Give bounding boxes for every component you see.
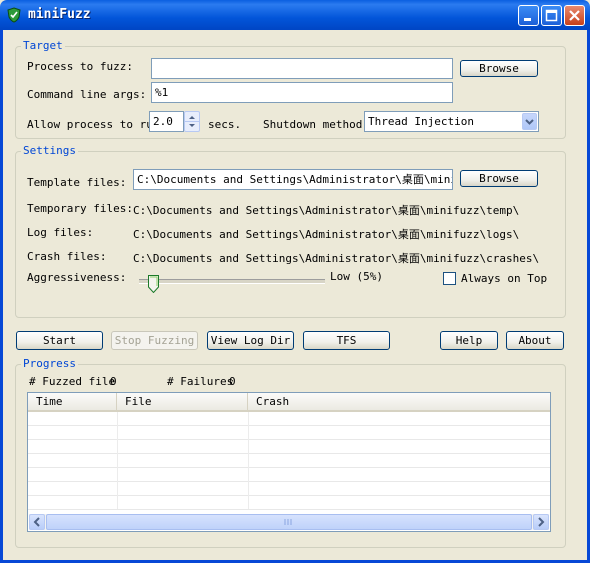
run-seconds-input[interactable]: 2.0 <box>149 111 184 132</box>
crash-path: C:\Documents and Settings\Administrator\… <box>133 252 540 265</box>
tfs-label: TFS <box>336 334 357 347</box>
chevron-left-icon <box>33 517 40 527</box>
results-header: Time File Crash <box>28 393 550 412</box>
start-button[interactable]: Start <box>16 331 103 350</box>
process-input[interactable] <box>151 58 453 79</box>
maximize-icon <box>545 9 558 22</box>
fuzzed-file-count: 0 <box>110 375 117 388</box>
scroll-thumb[interactable] <box>46 514 532 530</box>
window-title: miniFuzz <box>28 7 91 22</box>
start-button-label: Start <box>42 334 77 347</box>
aggressiveness-slider[interactable] <box>148 275 160 293</box>
spin-arrows-icon <box>185 116 199 127</box>
maximize-button[interactable] <box>541 5 562 26</box>
minifuzz-window: miniFuzz Target Process to fuzz: Browse … <box>0 0 590 563</box>
stop-fuzzing-label: Stop Fuzzing <box>114 334 195 347</box>
log-label: Log files: <box>27 226 94 239</box>
list-row-empty <box>28 496 550 510</box>
aggressiveness-track <box>139 279 325 284</box>
failures-label: # Failures <box>167 375 234 388</box>
dropdown-button[interactable] <box>522 113 537 130</box>
list-row-empty <box>28 482 550 496</box>
crash-label: Crash files: <box>27 250 107 263</box>
help-button[interactable]: Help <box>440 331 498 350</box>
column-time[interactable]: Time <box>28 393 117 410</box>
chevron-right-icon <box>538 517 545 527</box>
aggressiveness-value: Low (5%) <box>330 270 383 283</box>
aggressiveness-label: Aggressiveness: <box>27 271 127 284</box>
view-log-dir-button[interactable]: View Log Dir <box>207 331 294 350</box>
help-label: Help <box>455 334 483 347</box>
shutdown-method-value: Thread Injection <box>368 115 474 128</box>
list-row-empty <box>28 412 550 426</box>
cmdline-input[interactable]: %1 <box>151 82 453 103</box>
grip-icon <box>284 519 292 525</box>
cmdline-label: Command line args: <box>27 88 147 101</box>
scroll-right-button[interactable] <box>533 514 549 530</box>
column-divider <box>248 412 249 509</box>
allow-run-label: Allow process to run <box>27 118 160 131</box>
temp-path: C:\Documents and Settings\Administrator\… <box>133 204 520 217</box>
progress-legend: Progress <box>21 357 78 370</box>
list-row-empty <box>28 454 550 468</box>
fuzzed-file-label: # Fuzzed file <box>29 375 116 388</box>
scroll-left-button[interactable] <box>29 514 45 530</box>
failures-count: 0 <box>229 375 236 388</box>
list-row-empty <box>28 468 550 482</box>
run-seconds-spinner[interactable] <box>184 111 200 132</box>
always-on-top-checkbox[interactable] <box>443 272 456 285</box>
log-path: C:\Documents and Settings\Administrator\… <box>133 228 520 241</box>
title-bar[interactable]: miniFuzz <box>0 0 590 30</box>
shutdown-method-select[interactable]: Thread Injection <box>364 111 539 132</box>
column-file[interactable]: File <box>117 393 248 410</box>
minimize-button[interactable] <box>518 5 539 26</box>
tfs-button[interactable]: TFS <box>303 331 390 350</box>
process-browse-button[interactable]: Browse <box>460 60 538 77</box>
process-label: Process to fuzz: <box>27 60 133 73</box>
close-icon <box>569 10 580 21</box>
list-row-empty <box>28 426 550 440</box>
minimize-icon <box>524 18 531 21</box>
shutdown-label: Shutdown method: <box>263 118 369 131</box>
shield-icon <box>7 7 21 23</box>
results-list[interactable]: Time File Crash <box>27 392 551 532</box>
settings-legend: Settings <box>21 144 78 157</box>
chevron-down-icon <box>525 119 534 125</box>
column-crash[interactable]: Crash <box>248 393 550 410</box>
target-legend: Target <box>21 39 65 52</box>
column-divider <box>117 412 118 509</box>
list-row-empty <box>28 440 550 454</box>
template-input[interactable]: C:\Documents and Settings\Administrator\… <box>133 169 453 190</box>
template-browse-button[interactable]: Browse <box>460 170 538 187</box>
secs-label: secs. <box>208 118 242 131</box>
about-button[interactable]: About <box>506 331 564 350</box>
template-label: Template files: <box>27 176 127 189</box>
always-on-top-label: Always on Top <box>461 272 548 285</box>
horizontal-scrollbar[interactable] <box>29 514 549 530</box>
view-log-dir-label: View Log Dir <box>210 334 291 347</box>
stop-fuzzing-button: Stop Fuzzing <box>111 331 198 350</box>
temp-label: Temporary files: <box>27 202 133 215</box>
about-label: About <box>518 334 552 347</box>
window-frame-left <box>0 30 3 563</box>
close-button[interactable] <box>564 5 585 26</box>
